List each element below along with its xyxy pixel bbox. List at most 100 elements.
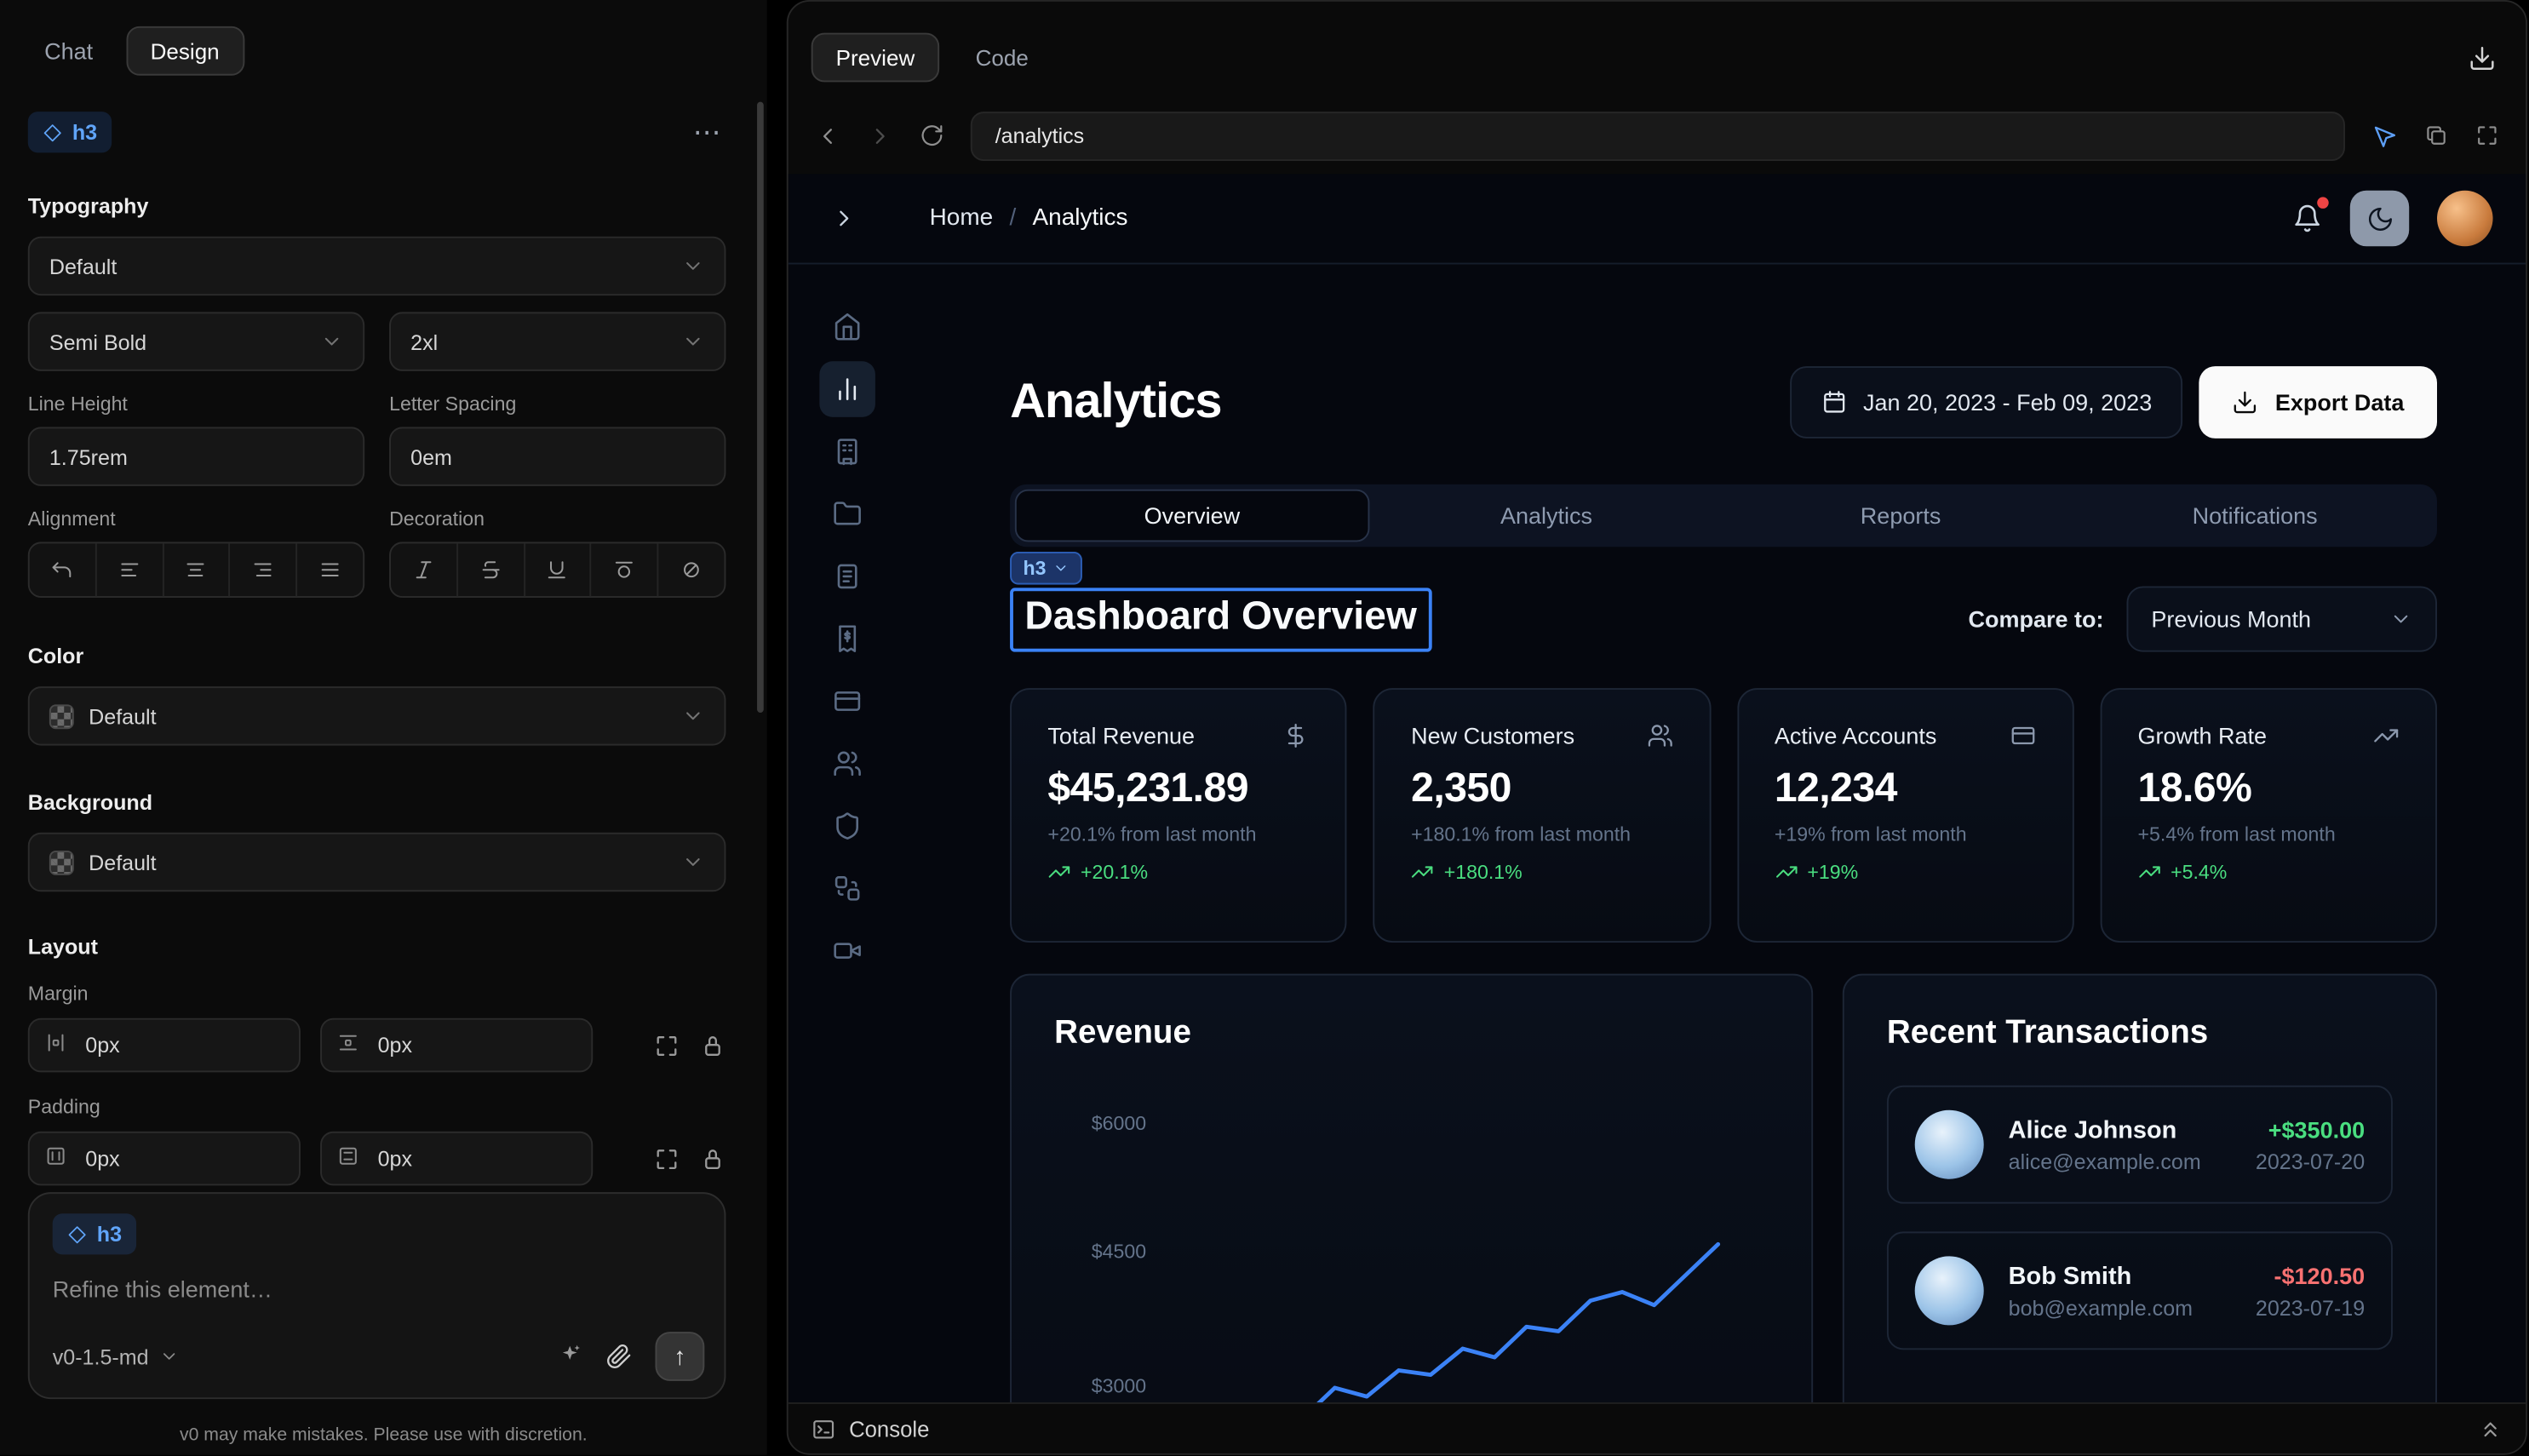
letter-spacing-label: Letter Spacing <box>389 393 725 416</box>
stat-cards: Total Revenue $45,231.89 +20.1% from las… <box>1010 688 2437 943</box>
selection-tag-chip[interactable]: h3 <box>1010 551 1082 584</box>
transaction-amount: +$350.00 <box>2256 1115 2365 1142</box>
letter-spacing-input[interactable]: 0em <box>389 427 725 485</box>
theme-toggle-button[interactable] <box>2350 191 2409 247</box>
font-family-select[interactable]: Default <box>28 237 726 295</box>
align-left-button[interactable] <box>96 543 163 596</box>
stat-change: +5.4% from last month <box>2138 823 2400 846</box>
send-button[interactable]: ↑ <box>655 1332 704 1381</box>
sidebar-item-billing[interactable] <box>819 674 875 730</box>
color-select[interactable]: Default <box>28 686 726 745</box>
tab-code[interactable]: Code <box>976 45 1029 70</box>
selected-heading[interactable]: Dashboard Overview <box>1010 587 1431 651</box>
copy-button[interactable] <box>2424 123 2449 148</box>
transactions-card: Recent Transactions Alice Johnson alice@… <box>1843 974 2437 1402</box>
fullscreen-button[interactable] <box>2475 123 2499 148</box>
selected-element-chip[interactable]: h3 <box>28 112 112 152</box>
chevron-right-icon <box>831 205 857 232</box>
font-weight-select[interactable]: Semi Bold <box>28 312 364 370</box>
italic-button[interactable] <box>391 543 458 596</box>
v0-workspace: Chat Design h3 ⋯ Typography Default Semi… <box>0 0 2529 1455</box>
background-select[interactable]: Default <box>28 833 726 891</box>
console-expand-button[interactable] <box>2478 1416 2503 1441</box>
sidebar-item-users[interactable] <box>819 736 875 792</box>
sidebar-item-projects[interactable] <box>819 486 875 542</box>
font-size-select[interactable]: 2xl <box>389 312 725 370</box>
tab-design[interactable]: Design <box>126 26 244 76</box>
underline-button[interactable] <box>525 543 592 596</box>
padding-expand-button[interactable] <box>654 1145 680 1172</box>
trending-up-icon <box>1411 861 1434 884</box>
breadcrumb-separator: / <box>1009 205 1016 232</box>
line-height-input[interactable]: 1.75rem <box>28 427 364 485</box>
padding-lock-button[interactable] <box>700 1145 726 1172</box>
tab-reports[interactable]: Reports <box>1723 490 2078 542</box>
user-avatar[interactable] <box>2437 191 2493 247</box>
sidebar-item-integrations[interactable] <box>819 861 875 917</box>
tab-chat[interactable]: Chat <box>44 37 93 64</box>
dashboard-tabs: Overview Analytics Reports Notifications <box>1010 484 2437 547</box>
tab-analytics[interactable]: Analytics <box>1369 490 1723 542</box>
align-center-button[interactable] <box>163 543 231 596</box>
sidebar-item-notes[interactable] <box>819 548 875 605</box>
breadcrumb-home[interactable]: Home <box>930 205 994 232</box>
breadcrumb-current: Analytics <box>1033 205 1128 232</box>
console-toggle[interactable]: Console <box>849 1416 929 1441</box>
margin-y-input[interactable]: 0px <box>320 1018 593 1073</box>
reset-alignment-button[interactable] <box>30 543 97 596</box>
more-options-button[interactable]: ⋯ <box>693 118 721 146</box>
composer-element-chip[interactable]: h3 <box>53 1213 137 1254</box>
sidebar-toggle-button[interactable] <box>831 205 857 232</box>
date-range-button[interactable]: Jan 20, 2023 - Feb 09, 2023 <box>1789 366 2183 439</box>
tab-preview[interactable]: Preview <box>811 33 939 83</box>
notifications-button[interactable] <box>2292 203 2322 233</box>
clear-decoration-button[interactable] <box>659 543 725 596</box>
stat-label: Growth Rate <box>2138 723 2268 749</box>
fullscreen-icon <box>2475 123 2499 148</box>
tab-overview[interactable]: Overview <box>1015 490 1369 542</box>
sidebar-item-organization[interactable] <box>819 424 875 480</box>
forward-button[interactable] <box>867 123 893 149</box>
transaction-row[interactable]: Alice Johnson alice@example.com +$350.00… <box>1887 1086 2393 1204</box>
panel-scrollbar[interactable] <box>757 102 764 713</box>
building-icon <box>833 437 863 467</box>
margin-x-input[interactable]: 0px <box>28 1018 301 1073</box>
sidebar-item-home[interactable] <box>819 299 875 355</box>
stat-change: +20.1% from last month <box>1047 823 1309 846</box>
charts-row: Revenue $6000 $4500 $3000 Recent Transac… <box>1010 974 2437 1402</box>
align-justify-button[interactable] <box>297 543 363 596</box>
margin-expand-button[interactable] <box>654 1032 680 1058</box>
align-right-button[interactable] <box>231 543 298 596</box>
inspect-element-button[interactable] <box>2371 123 2398 149</box>
download-button[interactable] <box>2469 43 2497 72</box>
padding-x-input[interactable]: 0px <box>28 1132 301 1186</box>
padding-row: 0px 0px <box>28 1132 726 1186</box>
transaction-row[interactable]: Bob Smith bob@example.com -$120.50 2023-… <box>1887 1231 2393 1350</box>
sidebar-item-invoices[interactable] <box>819 610 875 667</box>
transparency-icon <box>49 703 74 728</box>
prompt-input[interactable]: Refine this element… <box>53 1275 702 1302</box>
strikethrough-button[interactable] <box>458 543 525 596</box>
back-button[interactable] <box>815 123 841 149</box>
cursor-icon <box>2371 123 2398 149</box>
export-data-button[interactable]: Export Data <box>2199 366 2437 439</box>
notes-icon <box>833 562 863 592</box>
attach-file-button[interactable] <box>606 1344 633 1370</box>
transaction-email: alice@example.com <box>2009 1149 2201 1173</box>
margin-lock-button[interactable] <box>700 1032 726 1058</box>
breadcrumb: Home / Analytics <box>930 205 1128 232</box>
model-select[interactable]: v0-1.5-md <box>53 1344 179 1369</box>
selected-element-tag: h3 <box>72 120 97 145</box>
sidebar-item-analytics[interactable] <box>819 361 875 417</box>
overline-button[interactable] <box>592 543 659 596</box>
stat-card-growth-rate: Growth Rate 18.6% +5.4% from last month … <box>2100 688 2437 943</box>
tab-notifications[interactable]: Notifications <box>2078 490 2432 542</box>
enhance-prompt-button[interactable] <box>557 1341 583 1373</box>
padding-y-input[interactable]: 0px <box>320 1132 593 1186</box>
address-bar[interactable]: /analytics <box>971 111 2345 160</box>
sidebar-item-media[interactable] <box>819 923 875 979</box>
sidebar-item-security[interactable] <box>819 798 875 854</box>
compare-select[interactable]: Previous Month <box>2126 586 2436 651</box>
refresh-button[interactable] <box>920 123 944 148</box>
download-icon <box>2233 389 2259 416</box>
